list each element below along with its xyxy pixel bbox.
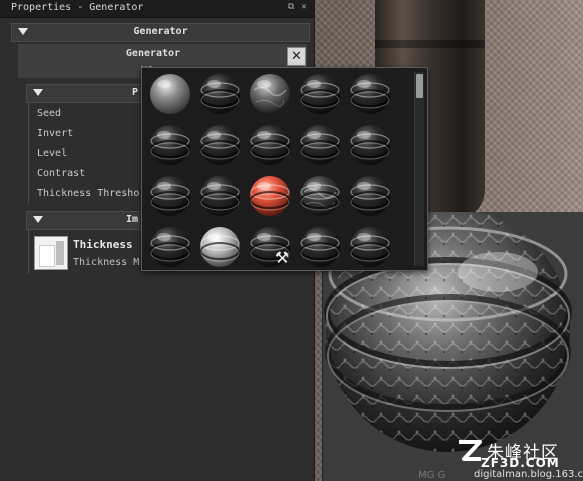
scrollbar-thumb[interactable]	[416, 74, 423, 98]
material-swatch-dark-ringed[interactable]	[198, 174, 242, 218]
material-picker-popup[interactable]	[141, 67, 428, 271]
section-properties[interactable]: P	[26, 84, 146, 103]
watermark-partial-label: MG G	[418, 470, 446, 481]
watermark-blog-url: digitalman.blog.163.com	[474, 469, 583, 480]
material-swatch-dark-ringed[interactable]	[348, 123, 392, 167]
material-swatch-dark-ringed[interactable]	[298, 72, 342, 116]
panel-titlebar[interactable]: Properties - Generator ⧉ ✕	[0, 0, 314, 18]
material-swatch-dark-ringed[interactable]	[198, 72, 242, 116]
image-input-thumbnail[interactable]	[34, 236, 68, 270]
material-swatch-dark-ringed[interactable]	[348, 72, 392, 116]
float-window-icon[interactable]: ⧉	[286, 2, 296, 13]
section-image-inputs[interactable]: Im	[26, 211, 146, 230]
close-window-icon[interactable]: ✕	[299, 2, 309, 13]
property-level[interactable]: Level	[37, 148, 67, 159]
material-swatch-dark-ringed[interactable]	[148, 225, 192, 269]
thumbnail-page	[39, 245, 55, 267]
property-thickness-threshold[interactable]: Thickness Thresho	[37, 188, 139, 199]
material-swatch-dark-ringed[interactable]	[148, 174, 192, 218]
material-swatch-dark-ringed[interactable]	[348, 225, 392, 269]
material-swatch-marble-dark[interactable]	[298, 174, 342, 218]
material-swatch-red-orange[interactable]	[248, 174, 292, 218]
image-input-subtitle: Thickness M	[73, 257, 140, 268]
material-swatch-dark-ringed[interactable]	[298, 123, 342, 167]
collapse-triangle-icon[interactable]	[33, 216, 43, 223]
section-properties-label: P	[132, 87, 139, 98]
collapse-triangle-icon[interactable]	[33, 89, 43, 96]
material-swatch-light-grey[interactable]	[148, 72, 192, 116]
property-invert[interactable]: Invert	[37, 128, 73, 139]
zhufeng-logo-icon	[459, 440, 482, 461]
tools-icon[interactable]: ⚒	[272, 248, 292, 268]
section-generator-label: Generator	[133, 26, 188, 37]
bottle-band	[375, 40, 485, 48]
generator-node-title: Generator	[125, 48, 181, 59]
material-swatch-dark-ringed[interactable]	[348, 174, 392, 218]
panel-title: Properties - Generator	[11, 2, 144, 13]
tree-guide-line	[28, 103, 29, 203]
material-swatch-dark-ringed[interactable]	[248, 123, 292, 167]
material-picker-scrollbar[interactable]	[414, 72, 424, 266]
property-contrast[interactable]: Contrast	[37, 168, 85, 179]
section-generator[interactable]: Generator	[11, 23, 310, 42]
tree-guide-line	[28, 230, 29, 274]
material-swatch-dark-ringed[interactable]	[198, 123, 242, 167]
material-swatch-marble[interactable]	[248, 72, 292, 116]
material-swatch-dark-ringed[interactable]	[298, 225, 342, 269]
watermark-domain: ZF3D.COM	[481, 456, 560, 470]
thumbnail-bar	[56, 241, 64, 265]
material-swatch-white-chrome[interactable]	[198, 225, 242, 269]
remove-generator-button[interactable]: ✕	[287, 47, 306, 66]
property-seed[interactable]: Seed	[37, 108, 61, 119]
section-image-inputs-label: Im	[126, 214, 139, 225]
material-swatch-dark-ringed[interactable]	[148, 123, 192, 167]
image-input-title: Thickness	[73, 238, 133, 251]
